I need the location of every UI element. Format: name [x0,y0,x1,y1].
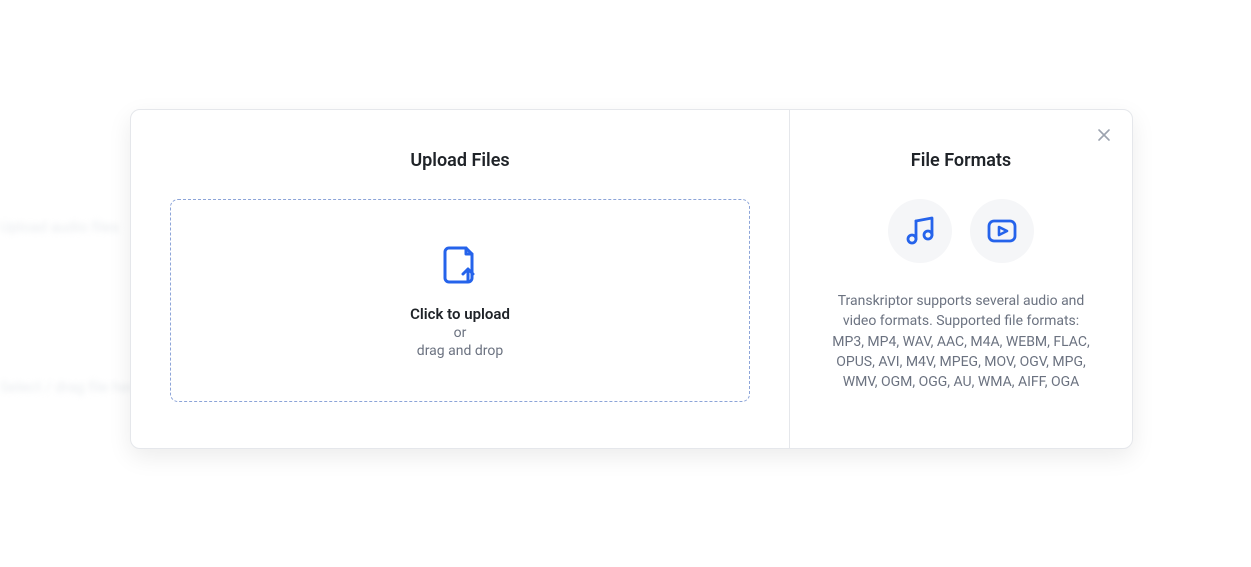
upload-title: Upload Files [410,150,509,171]
dropzone-line2: or [454,325,467,341]
dropzone-line1: Click to upload [410,305,510,323]
file-upload-icon [438,243,482,305]
close-button[interactable] [1094,126,1114,146]
close-icon [1097,127,1111,145]
bg-text: Upload audio files [0,218,119,236]
dropzone-line3: drag and drop [417,343,503,359]
format-icons [888,199,1034,263]
formats-description: Transkriptor supports several audio and … [831,291,1091,392]
video-format-icon [970,199,1034,263]
bg-text: Select / drag file here [0,378,141,396]
formats-panel: File Formats Transkriptor supports sever… [790,110,1132,448]
upload-dropzone[interactable]: Click to upload or drag and drop [170,199,750,402]
upload-modal: Upload Files Click to upload or drag and… [130,109,1133,449]
upload-panel: Upload Files Click to upload or drag and… [131,110,790,448]
audio-format-icon [888,199,952,263]
formats-title: File Formats [911,150,1011,171]
